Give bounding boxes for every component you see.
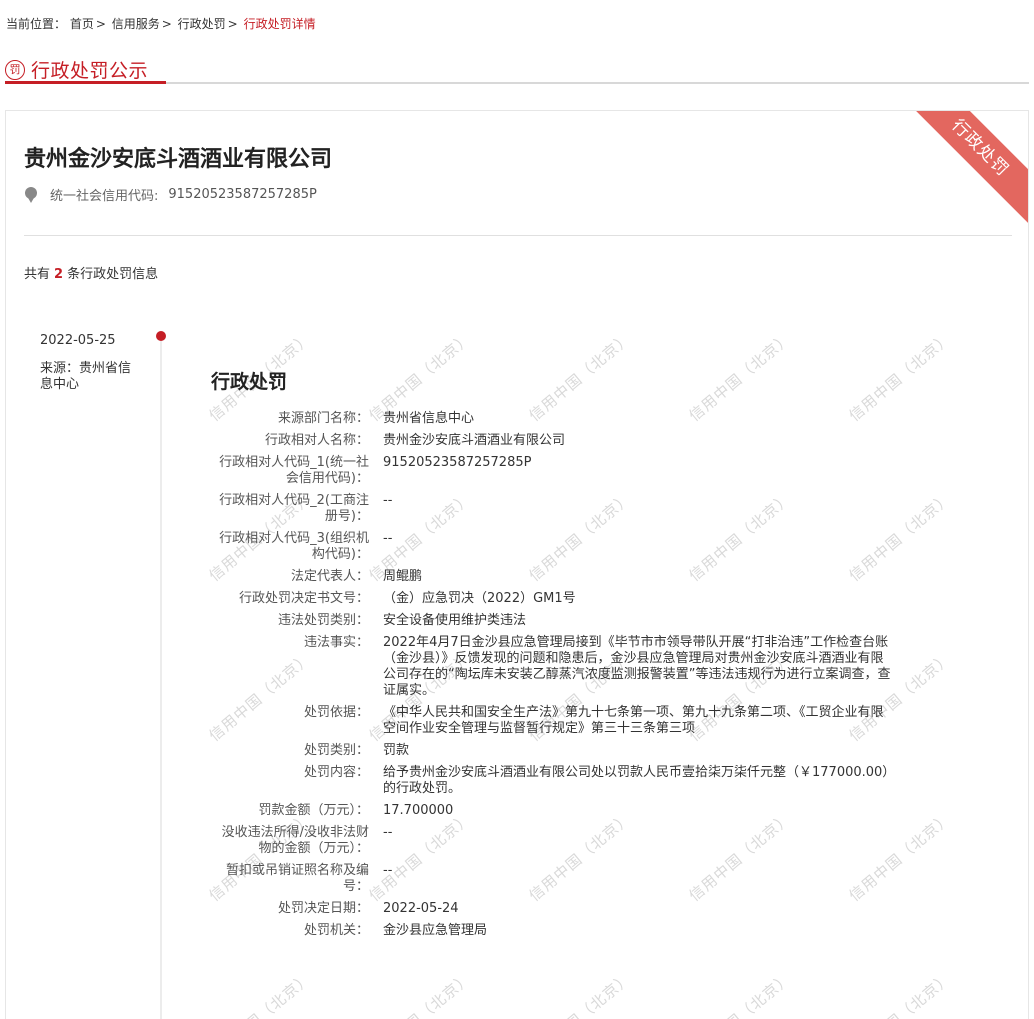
breadcrumb-current: 行政处罚详情 (243, 17, 316, 31)
detail-value: -- (383, 493, 393, 508)
detail-row: 处罚内容： 给予贵州金沙安底斗酒酒业有限公司处以罚款人民币壹拾柒万柒仟元整（￥17… (211, 765, 891, 797)
detail-row: 来源部门名称： 贵州省信息中心 (211, 411, 891, 427)
detail-label: 处罚机关： (303, 923, 369, 938)
breadcrumb-separator: > (227, 17, 238, 31)
detail-value: 罚款 (383, 743, 410, 758)
detail-row: 处罚依据： 《中华人民共和国安全生产法》第九十七条第一项、第九十九条第二项、《工贸… (211, 705, 891, 737)
detail-row: 违法事实： 2022年4月7日金沙县应急管理局接到《毕节市市领导带队开展“打非治违… (211, 635, 891, 699)
record-count: 共有 2 条行政处罚信息 (24, 263, 158, 282)
detail-label: 处罚依据： (303, 705, 369, 720)
count-value: 2 (54, 267, 64, 282)
detail-value: -- (383, 863, 393, 878)
detail-row: 罚款金额（万元）： 17.700000 (211, 803, 891, 819)
breadcrumb-separator: > (95, 17, 106, 31)
timeline-dot (156, 331, 166, 341)
penalty-ribbon: 行政处罚 (888, 111, 1028, 240)
detail-label: 行政处罚决定书文号： (238, 591, 369, 606)
section-header: 罚 行政处罚公示 (5, 56, 148, 83)
detail-row: 处罚类别： 罚款 (211, 743, 891, 759)
detail-label: 违法事实： (303, 635, 369, 650)
detail-label: 处罚类别： (303, 743, 369, 758)
watermark-text: 信用中国（北京） (525, 968, 636, 1019)
detail-row: 行政相对人代码_1(统一社会信用代码)： 91520523587257285P (211, 455, 891, 487)
record-source: 来源：贵州省信息中心 (40, 361, 132, 392)
watermark-text: 信用中国（北京） (685, 968, 796, 1019)
breadcrumb: 当前位置： 首页 > 信用服务 > 行政处罚 > 行政处罚详情 (6, 15, 316, 32)
detail-row: 处罚机关： 金沙县应急管理局 (211, 923, 891, 939)
detail-value: 给予贵州金沙安底斗酒酒业有限公司处以罚款人民币壹拾柒万柒仟元整（￥177000.… (383, 765, 889, 796)
detail-value: 91520523587257285P (383, 455, 532, 470)
detail-row: 违法处罚类别： 安全设备使用维护类违法 (211, 613, 891, 629)
breadcrumb-credit-service-link[interactable]: 信用服务 (112, 17, 160, 31)
detail-label: 行政相对人代码_3(组织机构代码)： (219, 531, 369, 562)
credit-code-label: 统一社会信用代码: (50, 189, 159, 204)
detail-row: 行政相对人代码_3(组织机构代码)： -- (211, 531, 891, 563)
divider (24, 235, 1012, 236)
penalty-badge-icon: 罚 (5, 59, 25, 80)
detail-row: 行政处罚决定书文号： （金）应急罚决（2022）GM1号 (211, 591, 891, 607)
detail-value: 2022年4月7日金沙县应急管理局接到《毕节市市领导带队开展“打非治违”工作检查… (383, 635, 891, 698)
detail-label: 处罚内容： (303, 765, 369, 780)
breadcrumb-penalty-link[interactable]: 行政处罚 (178, 17, 226, 31)
section-underline (5, 81, 166, 84)
detail-label: 没收违法所得/没收非法财物的金额（万元）： (221, 825, 369, 856)
breadcrumb-home-link[interactable]: 首页 (70, 17, 94, 31)
detail-value: 周鲲鹏 (383, 569, 423, 584)
timeline-line (160, 336, 162, 1019)
record-date: 2022-05-25 (40, 333, 116, 348)
detail-value: （金）应急罚决（2022）GM1号 (383, 591, 576, 606)
watermark-text: 信用中国（北京） (845, 968, 956, 1019)
detail-row: 暂扣或吊销证照名称及编号： -- (211, 863, 891, 895)
breadcrumb-label: 当前位置： (6, 17, 67, 31)
detail-label: 法定代表人： (290, 569, 369, 584)
detail-value: 贵州金沙安底斗酒酒业有限公司 (383, 433, 566, 448)
detail-row: 没收违法所得/没收非法财物的金额（万元）： -- (211, 825, 891, 857)
detail-value: 金沙县应急管理局 (383, 923, 488, 938)
watermark-text: 信用中国（北京） (205, 968, 316, 1019)
detail-value: -- (383, 825, 393, 840)
watermark-text: 信用中国（北京） (365, 968, 476, 1019)
record-details: 来源部门名称： 贵州省信息中心 行政相对人名称： 贵州金沙安底斗酒酒业有限公司 行政相对… (211, 411, 891, 945)
detail-value: 17.700000 (383, 803, 454, 818)
detail-row: 行政相对人名称： 贵州金沙安底斗酒酒业有限公司 (211, 433, 891, 449)
detail-label: 来源部门名称： (277, 411, 369, 426)
detail-value: 2022-05-24 (383, 901, 459, 916)
detail-row: 行政相对人代码_2(工商注册号)： -- (211, 493, 891, 525)
section-title: 行政处罚公示 (31, 60, 149, 82)
detail-label: 违法处罚类别： (277, 613, 369, 628)
detail-value: -- (383, 531, 393, 546)
breadcrumb-separator: > (161, 17, 172, 31)
detail-label: 行政相对人代码_2(工商注册号)： (219, 493, 369, 524)
credit-code-value: 91520523587257285P (168, 187, 317, 202)
credit-code-row: 统一社会信用代码: 91520523587257285P (24, 185, 317, 204)
detail-label: 行政相对人名称： (264, 433, 369, 448)
detail-label: 罚款金额（万元）： (258, 803, 369, 818)
count-prefix: 共有 (24, 267, 51, 282)
detail-value: 安全设备使用维护类违法 (383, 613, 527, 628)
record-title: 行政处罚 (211, 371, 288, 393)
count-suffix: 条行政处罚信息 (67, 267, 159, 282)
detail-value: 《中华人民共和国安全生产法》第九十七条第一项、第九十九条第二项、《工贸企业有限空… (383, 705, 884, 736)
detail-value: 贵州省信息中心 (383, 411, 475, 426)
medal-icon (24, 186, 38, 203)
detail-row: 法定代表人： 周鲲鹏 (211, 569, 891, 585)
penalty-card: 信用中国（北京） 信用中国（北京） 信用中国（北京） 信用中国（北京） 信用中国（北京）… (5, 110, 1029, 1019)
detail-label: 行政相对人代码_1(统一社会信用代码)： (219, 455, 369, 486)
detail-label: 处罚决定日期： (277, 901, 369, 916)
detail-row: 处罚决定日期： 2022-05-24 (211, 901, 891, 917)
company-name: 贵州金沙安底斗酒酒业有限公司 (24, 147, 333, 172)
detail-label: 暂扣或吊销证照名称及编号： (225, 863, 369, 894)
